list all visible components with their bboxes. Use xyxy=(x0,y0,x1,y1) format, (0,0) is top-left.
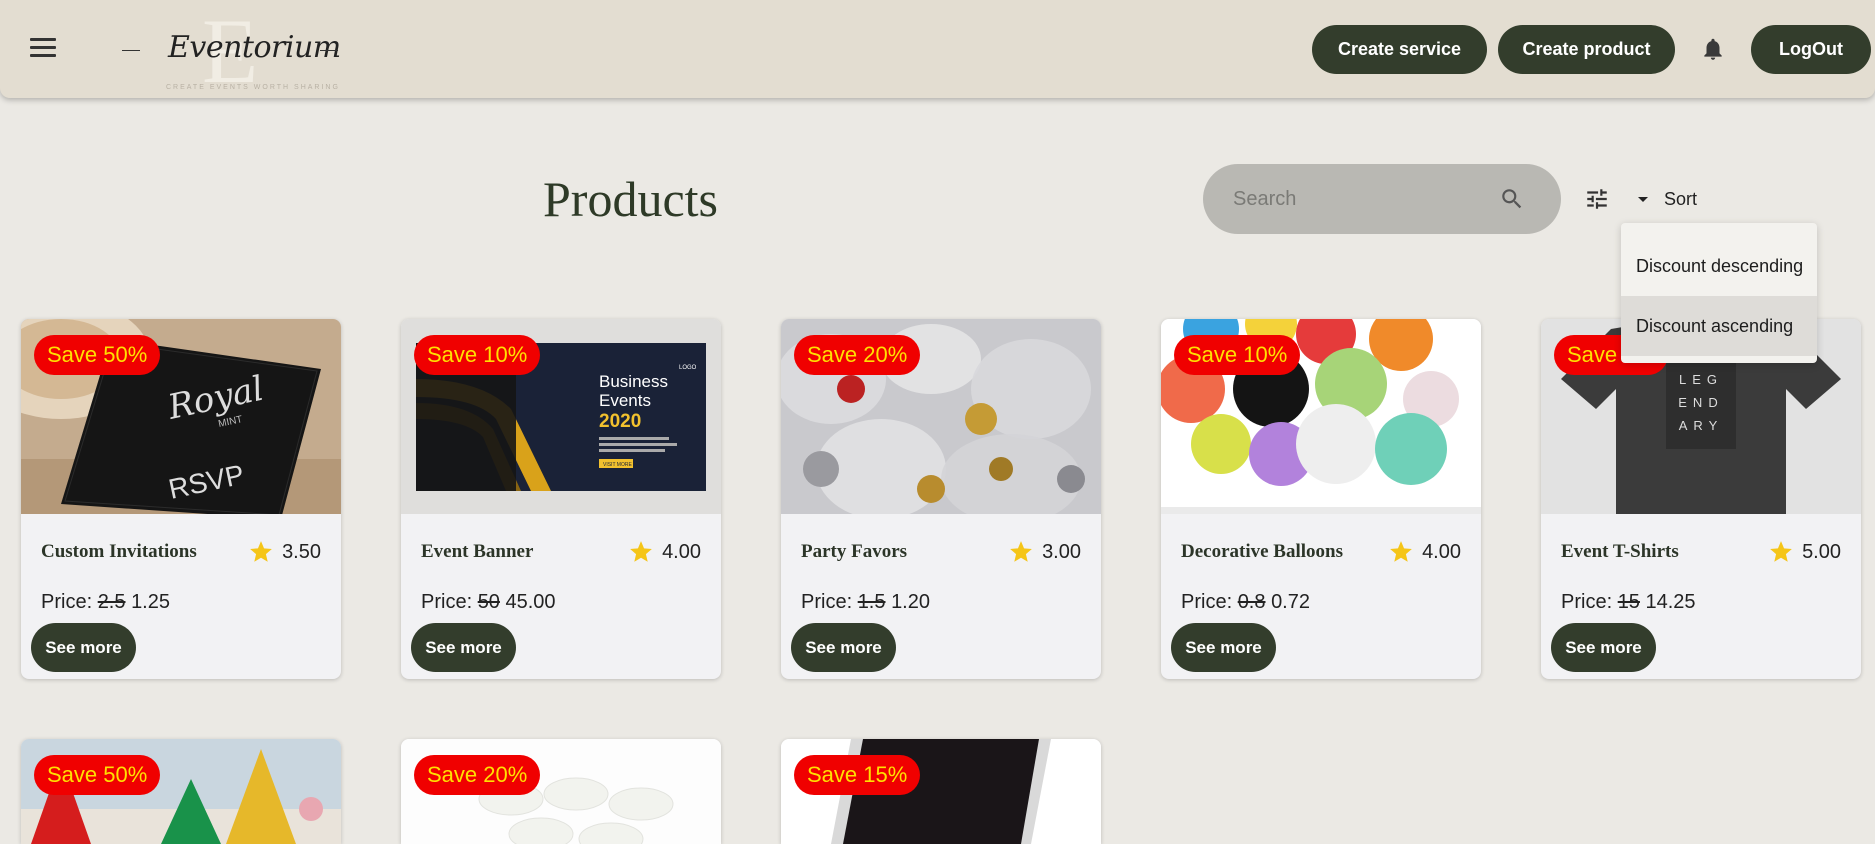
product-card[interactable]: Save 20% xyxy=(401,739,721,844)
star-icon xyxy=(250,541,272,562)
product-card[interactable]: LEG END ARY Save 5% Event T-Shirts 5.00 … xyxy=(1541,319,1861,679)
star-icon xyxy=(1770,541,1792,562)
logout-button[interactable]: LogOut xyxy=(1751,25,1871,74)
see-more-button[interactable]: See more xyxy=(411,623,516,672)
product-price: Price: 1.5 1.20 xyxy=(801,591,930,614)
caret-down-icon xyxy=(1638,197,1648,202)
filter-icon[interactable] xyxy=(1584,186,1610,212)
old-price: 50 xyxy=(477,591,500,613)
create-product-button[interactable]: Create product xyxy=(1498,25,1675,74)
product-price: Price: 15 14.25 xyxy=(1561,591,1696,614)
discount-badge: Save 20% xyxy=(794,335,921,375)
sort-menu: Discount descending Discount ascending xyxy=(1621,223,1817,363)
rating-value: 5.00 xyxy=(1802,540,1841,563)
new-price: 1.25 xyxy=(131,591,170,613)
star-icon xyxy=(1390,541,1412,562)
logo[interactable]: E Eventorium CREATE EVENTS WORTH SHARING xyxy=(118,0,348,102)
see-more-button[interactable]: See more xyxy=(31,623,136,672)
price-label: Price: xyxy=(801,591,853,613)
see-more-button[interactable]: See more xyxy=(791,623,896,672)
search-bar xyxy=(1203,164,1561,234)
product-price: Price: 0.8 0.72 xyxy=(1181,591,1310,614)
banner-year: 2020 xyxy=(599,411,641,432)
svg-text:LEG: LEG xyxy=(1679,372,1723,387)
product-name: Party Favors xyxy=(801,541,908,562)
product-rating: 3.50 xyxy=(248,539,321,565)
product-price: Price: 50 45.00 xyxy=(421,591,556,614)
product-price: Price: 2.5 1.25 xyxy=(41,591,170,614)
product-card[interactable]: Save 10% Decorative Balloons 4.00 Price:… xyxy=(1161,319,1481,679)
product-name: Custom Invitations xyxy=(41,541,197,562)
product-rating: 3.00 xyxy=(1008,539,1081,565)
new-price: 45.00 xyxy=(505,591,556,613)
product-name: Event Banner xyxy=(421,541,534,562)
discount-badge: Save 15% xyxy=(794,755,921,795)
new-price: 1.20 xyxy=(891,591,930,613)
rating-value: 3.50 xyxy=(282,540,321,563)
see-more-button[interactable]: See more xyxy=(1551,623,1656,672)
old-price: 15 xyxy=(1617,591,1640,613)
discount-badge: Save 50% xyxy=(34,755,161,795)
top-app-bar: E Eventorium CREATE EVENTS WORTH SHARING… xyxy=(0,0,1875,102)
page-title: Products xyxy=(543,171,718,227)
logo-tagline: CREATE EVENTS WORTH SHARING xyxy=(166,84,340,91)
product-rating: 4.00 xyxy=(1388,539,1461,565)
price-label: Price: xyxy=(421,591,473,613)
menu-icon[interactable] xyxy=(30,38,56,60)
price-label: Price: xyxy=(1561,591,1613,613)
sort-option-discount-descending[interactable]: Discount descending xyxy=(1621,236,1817,296)
old-price: 0.8 xyxy=(1237,591,1266,613)
banner-logo: LOGO xyxy=(679,365,697,371)
bell-icon[interactable] xyxy=(1700,35,1726,63)
discount-badge: Save 50% xyxy=(34,335,161,375)
product-name: Event T-Shirts xyxy=(1561,541,1679,562)
banner-line2: Events xyxy=(599,391,651,410)
price-label: Price: xyxy=(41,591,93,613)
banner-line1: Business xyxy=(599,372,668,391)
sort-button[interactable]: Sort xyxy=(1638,186,1697,212)
star-icon xyxy=(1010,541,1032,562)
create-service-button[interactable]: Create service xyxy=(1312,25,1487,74)
svg-text:END: END xyxy=(1678,395,1723,410)
discount-badge: Save 10% xyxy=(414,335,541,375)
product-name: Decorative Balloons xyxy=(1181,541,1344,562)
discount-badge: Save 10% xyxy=(1174,335,1301,375)
new-price: 14.25 xyxy=(1645,591,1696,613)
product-card[interactable]: Save 20% Party Favors 3.00 Price: 1.5 1.… xyxy=(781,319,1101,679)
product-card[interactable]: Royal MINT RSVP Save 50% Custom Invitati… xyxy=(21,319,341,679)
see-more-button[interactable]: See more xyxy=(1171,623,1276,672)
product-card[interactable]: Save 15% xyxy=(781,739,1101,844)
rating-value: 4.00 xyxy=(662,540,701,563)
product-card[interactable]: Business Events 2020 LOGO VISIT MORE Sav… xyxy=(401,319,721,679)
banner-cta: VISIT MORE xyxy=(603,462,632,468)
rating-value: 3.00 xyxy=(1042,540,1081,563)
search-input[interactable] xyxy=(1233,184,1483,214)
svg-text:ARY: ARY xyxy=(1679,418,1724,433)
old-price: 2.5 xyxy=(97,591,126,613)
new-price: 0.72 xyxy=(1271,591,1310,613)
product-card[interactable]: Save 50% xyxy=(21,739,341,844)
logo-name: Eventorium xyxy=(168,30,341,65)
sort-label: Sort xyxy=(1664,188,1698,209)
discount-badge: Save 20% xyxy=(414,755,541,795)
price-label: Price: xyxy=(1181,591,1233,613)
sort-option-discount-ascending[interactable]: Discount ascending xyxy=(1621,296,1817,356)
rating-value: 4.00 xyxy=(1422,540,1461,563)
product-rating: 5.00 xyxy=(1768,539,1841,565)
old-price: 1.5 xyxy=(857,591,886,613)
search-icon[interactable] xyxy=(1499,186,1525,212)
product-rating: 4.00 xyxy=(628,539,701,565)
star-icon xyxy=(630,541,652,562)
